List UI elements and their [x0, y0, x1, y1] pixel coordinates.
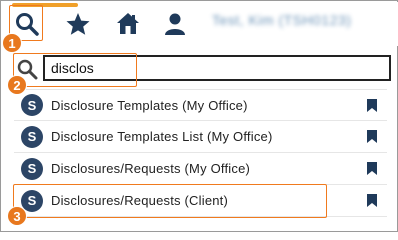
- top-toolbar: Test, Kim (TSH0123): [2, 2, 398, 46]
- callout-number: 1: [2, 33, 22, 53]
- result-item-disclosure-templates-my-office[interactable]: S Disclosure Templates (My Office): [14, 89, 387, 121]
- screen-badge: S: [21, 157, 43, 180]
- client-name[interactable]: Test, Kim (TSH0123): [212, 12, 380, 32]
- search-icon: [16, 13, 39, 36]
- callout-number: 3: [7, 206, 27, 226]
- result-item-disclosures-requests-client[interactable]: S Disclosures/Requests (Client): [14, 185, 387, 217]
- home-button[interactable]: [110, 6, 146, 42]
- result-label: Disclosure Templates (My Office): [51, 97, 248, 113]
- search-results-list: S Disclosure Templates (My Office) S Dis…: [14, 89, 387, 217]
- screen-badge: S: [21, 125, 43, 148]
- star-icon: [66, 13, 90, 35]
- callout-number: 2: [7, 75, 27, 95]
- result-item-disclosure-templates-list-my-office[interactable]: S Disclosure Templates List (My Office): [14, 121, 387, 153]
- home-icon: [117, 13, 139, 34]
- person-icon: [165, 13, 185, 35]
- bookmark-icon[interactable]: [367, 130, 377, 143]
- search-bar: [10, 52, 391, 84]
- bookmark-icon[interactable]: [367, 162, 377, 175]
- bookmark-icon[interactable]: [367, 194, 377, 207]
- result-label: Disclosures/Requests (My Office): [51, 161, 251, 176]
- bookmark-icon[interactable]: [367, 99, 377, 112]
- result-label: Disclosures/Requests (Client): [51, 193, 229, 208]
- user-button[interactable]: [157, 6, 193, 42]
- favorites-button[interactable]: [60, 6, 96, 42]
- result-label: Disclosure Templates List (My Office): [51, 129, 273, 144]
- screen-badge: S: [21, 94, 43, 116]
- result-item-disclosures-requests-my-office[interactable]: S Disclosures/Requests (My Office): [14, 153, 387, 185]
- search-input[interactable]: [43, 55, 391, 81]
- search-popup-frame: Test, Kim (TSH0123) S Disclosure Templat…: [0, 0, 398, 232]
